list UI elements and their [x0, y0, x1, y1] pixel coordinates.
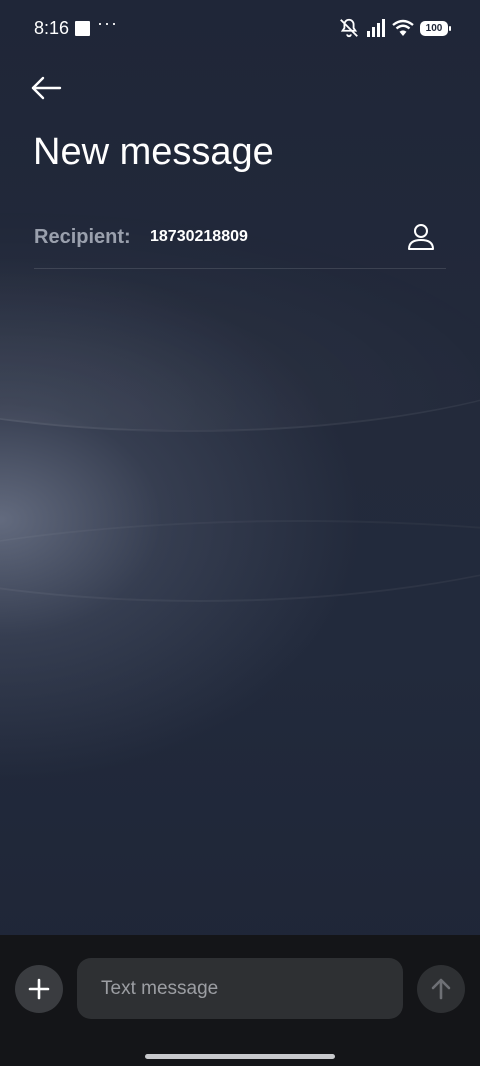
send-button[interactable] [417, 965, 465, 1013]
status-icons: 100 [338, 16, 451, 40]
back-button[interactable] [30, 72, 70, 104]
more-notifications-indicator: ··· [97, 13, 118, 33]
status-bar: 8:16 ··· 100 [0, 0, 480, 56]
arrow-up-icon [431, 978, 451, 1000]
mute-bell-icon [340, 18, 358, 38]
new-message-screen: 8:16 ··· 100 New message Recipient: 1873… [0, 0, 480, 1066]
message-field[interactable] [77, 958, 403, 1019]
battery-icon: 100 [420, 20, 451, 36]
notification-square-icon [75, 21, 90, 36]
recipient-field[interactable] [150, 228, 370, 246]
plus-icon [28, 978, 50, 1000]
recipient-label: Recipient: [34, 226, 131, 248]
background-wave [0, 300, 480, 602]
signal-icon [367, 19, 385, 37]
arrow-left-icon [31, 76, 62, 100]
message-input[interactable] [101, 958, 391, 1019]
recipient-row: Recipient: [34, 210, 446, 269]
wifi-icon [392, 19, 414, 36]
compose-bar [0, 935, 480, 1066]
attach-button[interactable] [15, 965, 63, 1013]
home-indicator[interactable] [145, 1054, 335, 1059]
contacts-button[interactable] [406, 222, 436, 252]
status-time: 8:16 [34, 18, 70, 38]
background-wave [0, 520, 480, 722]
person-icon [408, 224, 434, 250]
page-title: New message [33, 131, 274, 173]
